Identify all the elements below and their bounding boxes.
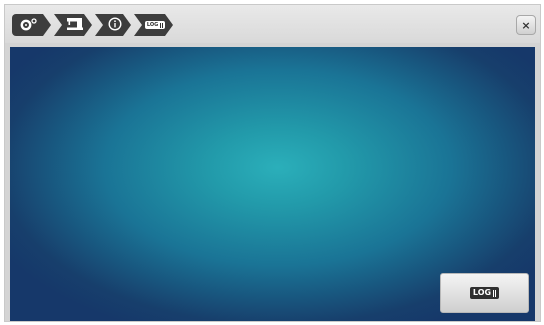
log-lines-icon <box>493 289 497 297</box>
breadcrumb-settings[interactable] <box>12 14 51 36</box>
breadcrumb-info[interactable] <box>95 14 131 36</box>
settings-gear-icon <box>19 16 39 35</box>
breadcrumb-machine[interactable] <box>54 14 92 36</box>
app-window: LOG × LOG <box>4 4 541 322</box>
top-bar: LOG × <box>5 5 540 43</box>
breadcrumb-log[interactable]: LOG <box>134 14 173 36</box>
close-icon: × <box>521 18 531 32</box>
log-lines-icon <box>160 23 163 28</box>
log-button[interactable]: LOG <box>440 273 529 313</box>
log-icon: LOG <box>145 21 165 29</box>
log-icon: LOG <box>469 287 500 299</box>
breadcrumb-log-label: LOG <box>146 22 159 28</box>
log-button-label: LOG <box>472 288 492 297</box>
close-button[interactable]: × <box>516 15 536 35</box>
info-icon <box>108 16 122 35</box>
sewing-machine-icon <box>66 16 84 35</box>
breadcrumb: LOG <box>12 14 176 36</box>
